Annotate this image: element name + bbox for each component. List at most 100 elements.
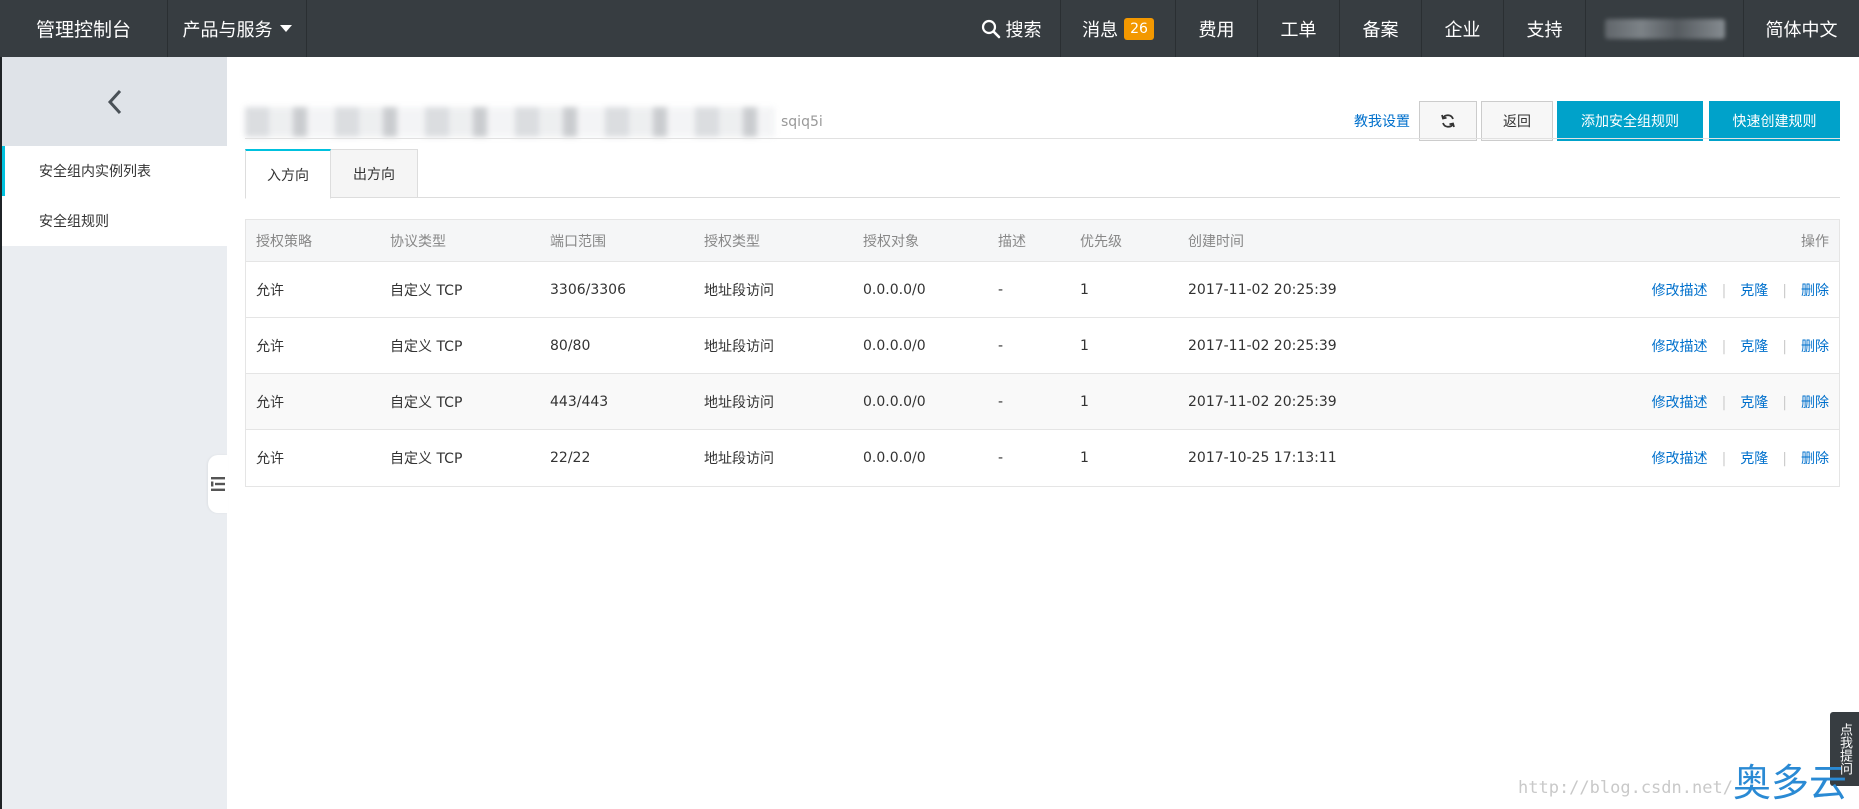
table-row: 允许 自定义 TCP 3306/3306 地址段访问 0.0.0.0/0 - 1… xyxy=(246,262,1839,318)
language-switch[interactable]: 简体中文 xyxy=(1743,0,1859,57)
column-header: 描述 xyxy=(998,233,1026,250)
messages-label: 消息 xyxy=(1082,19,1119,41)
delete-link[interactable]: 删除 xyxy=(1801,339,1829,355)
refresh-button[interactable] xyxy=(1419,101,1477,141)
cell-description: - xyxy=(998,281,1004,298)
back-button[interactable]: 返回 xyxy=(1481,101,1553,141)
edit-description-link[interactable]: 修改描述 xyxy=(1652,395,1708,411)
icp-link[interactable]: 备案 xyxy=(1339,0,1421,57)
cell-created-time: 2017-10-25 17:13:11 xyxy=(1188,450,1337,466)
top-navbar: 管理控制台 产品与服务 搜索 消息 26 费用 工单 备案 企业 支持 简体中文 xyxy=(0,0,1859,57)
chevron-left-icon xyxy=(107,89,121,114)
cell-description: - xyxy=(998,450,1004,466)
quick-create-rule-button[interactable]: 快速创建规则 xyxy=(1709,101,1840,141)
tab-outbound[interactable]: 出方向 xyxy=(331,149,418,198)
column-header: 操作 xyxy=(1801,233,1829,250)
op-separator: | xyxy=(1782,282,1787,299)
tickets-link[interactable]: 工单 xyxy=(1257,0,1339,57)
security-rules-table: 授权策略 协议类型 端口范围 授权类型 授权对象 描述 优先级 创建时间 操作 … xyxy=(245,219,1840,487)
header-divider xyxy=(245,138,1840,139)
table-header: 授权策略 协议类型 端口范围 授权类型 授权对象 描述 优先级 创建时间 操作 xyxy=(246,220,1839,262)
sidebar-item-label: 安全组内实例列表 xyxy=(39,164,151,180)
watermark-url: http://blog.csdn.net/ xyxy=(1518,778,1733,798)
page-header: sqiq5i 教我设置 返回 添加安全组规则 快速创建规则 xyxy=(245,77,1840,141)
products-services-label: 产品与服务 xyxy=(182,19,273,41)
op-separator: | xyxy=(1721,394,1727,411)
cell-auth-type: 地址段访问 xyxy=(704,394,774,411)
cell-created-time: 2017-11-02 20:25:39 xyxy=(1188,393,1337,410)
cell-policy: 允许 xyxy=(256,394,284,411)
cell-auth-object: 0.0.0.0/0 xyxy=(863,450,926,466)
sidebar-item-rules[interactable]: 安全组规则 xyxy=(2,196,227,246)
edit-description-link[interactable]: 修改描述 xyxy=(1652,283,1708,299)
redacted-username xyxy=(1604,18,1725,39)
enterprise-link[interactable]: 企业 xyxy=(1421,0,1503,57)
refresh-icon xyxy=(1441,114,1455,128)
direction-tabs: 入方向 出方向 xyxy=(245,149,1840,199)
clone-link[interactable]: 克隆 xyxy=(1740,451,1768,467)
cell-priority: 1 xyxy=(1080,450,1089,466)
clone-link[interactable]: 克隆 xyxy=(1740,339,1768,355)
billing-link[interactable]: 费用 xyxy=(1175,0,1257,57)
column-header: 创建时间 xyxy=(1188,233,1244,250)
table-row: 允许 自定义 TCP 22/22 地址段访问 0.0.0.0/0 - 1 201… xyxy=(246,430,1839,486)
page-title: sqiq5i xyxy=(245,107,823,137)
column-header: 授权策略 xyxy=(256,233,312,250)
watermark-logo: 奥多云 xyxy=(1733,761,1848,805)
main-content: sqiq5i 教我设置 返回 添加安全组规则 快速创建规则 入方向 出方向 授权… xyxy=(245,57,1840,809)
sidebar-item-instances[interactable]: 安全组内实例列表 xyxy=(2,146,227,196)
op-separator: | xyxy=(1782,451,1787,467)
cell-policy: 允许 xyxy=(256,282,284,299)
search-button[interactable]: 搜索 xyxy=(962,0,1060,57)
op-separator: | xyxy=(1721,338,1727,355)
enterprise-label: 企业 xyxy=(1444,19,1481,41)
delete-link[interactable]: 删除 xyxy=(1801,395,1829,411)
tab-inbound[interactable]: 入方向 xyxy=(245,149,331,199)
language-label: 简体中文 xyxy=(1765,19,1838,41)
delete-link[interactable]: 删除 xyxy=(1801,451,1829,467)
add-security-rule-button[interactable]: 添加安全组规则 xyxy=(1557,101,1703,141)
cell-auth-object: 0.0.0.0/0 xyxy=(863,393,926,410)
products-services-menu[interactable]: 产品与服务 xyxy=(168,0,307,57)
header-actions: 教我设置 返回 添加安全组规则 快速创建规则 xyxy=(1354,101,1840,141)
icp-label: 备案 xyxy=(1362,19,1399,41)
op-separator: | xyxy=(1721,282,1727,299)
column-header: 授权类型 xyxy=(704,233,760,250)
sidebar-item-label: 安全组规则 xyxy=(39,214,109,230)
page-title-suffix: sqiq5i xyxy=(781,114,823,130)
op-separator: | xyxy=(1782,394,1787,411)
clone-link[interactable]: 克隆 xyxy=(1740,395,1768,411)
cell-policy: 允许 xyxy=(256,451,284,467)
cell-protocol: 自定义 TCP xyxy=(390,451,463,467)
console-home-label: 管理控制台 xyxy=(35,19,131,41)
column-header: 优先级 xyxy=(1080,233,1122,250)
delete-link[interactable]: 删除 xyxy=(1801,283,1829,299)
help-setup-link[interactable]: 教我设置 xyxy=(1354,111,1410,131)
clone-link[interactable]: 克隆 xyxy=(1740,283,1768,299)
cell-auth-object: 0.0.0.0/0 xyxy=(863,281,926,298)
chevron-down-icon xyxy=(279,25,292,32)
cell-port-range: 80/80 xyxy=(550,337,591,354)
console-home-link[interactable]: 管理控制台 xyxy=(0,0,168,57)
cell-priority: 1 xyxy=(1080,393,1089,410)
cell-protocol: 自定义 TCP xyxy=(390,394,463,411)
cell-auth-type: 地址段访问 xyxy=(704,338,774,355)
search-icon xyxy=(981,19,1000,38)
column-header: 授权对象 xyxy=(863,233,919,250)
tickets-label: 工单 xyxy=(1280,19,1317,41)
sidebar-back-button[interactable] xyxy=(2,57,227,146)
sidebar-collapse-handle[interactable] xyxy=(208,455,228,513)
support-link[interactable]: 支持 xyxy=(1503,0,1585,57)
column-header: 协议类型 xyxy=(390,233,446,250)
edit-description-link[interactable]: 修改描述 xyxy=(1652,451,1708,467)
op-separator: | xyxy=(1782,338,1787,355)
edit-description-link[interactable]: 修改描述 xyxy=(1652,339,1708,355)
messages-button[interactable]: 消息 26 xyxy=(1060,0,1175,57)
cell-description: - xyxy=(998,393,1004,410)
billing-label: 费用 xyxy=(1198,19,1235,41)
cell-priority: 1 xyxy=(1080,337,1089,354)
user-account-menu[interactable] xyxy=(1585,0,1743,57)
cell-operations: 修改描述 | 克隆 | 删除 xyxy=(1478,392,1839,412)
cell-port-range: 3306/3306 xyxy=(550,281,626,298)
